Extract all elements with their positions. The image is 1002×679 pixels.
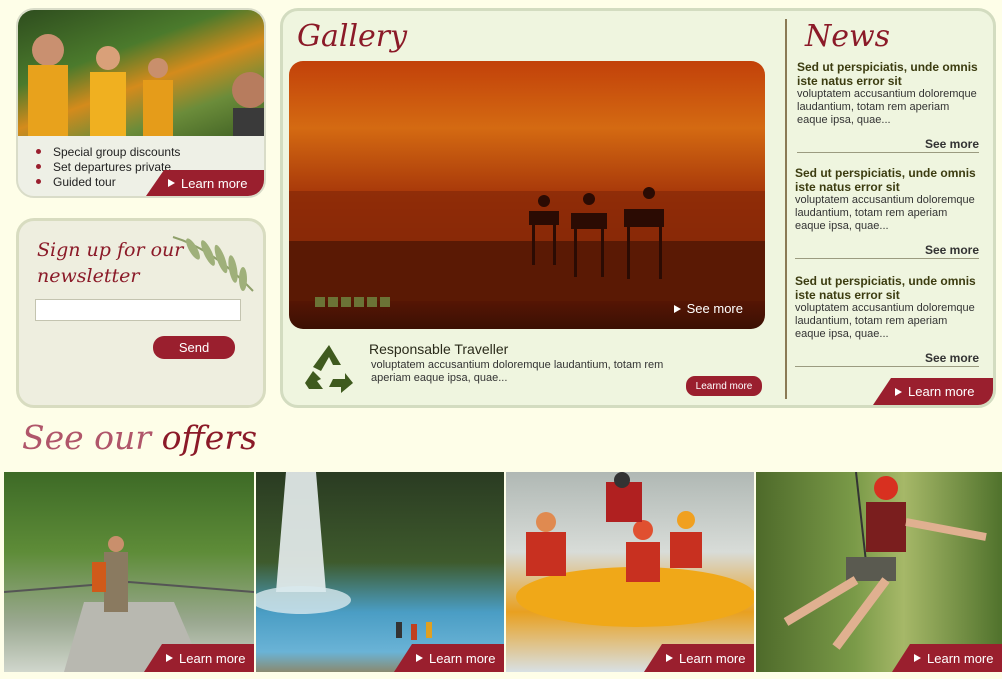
news-separator — [797, 152, 979, 153]
gallery-slideshow[interactable]: See more — [289, 61, 765, 329]
promo-learn-more-button[interactable]: Learn more — [146, 170, 264, 196]
gallery-news-panel: Gallery See more Responsable Traveller v… — [280, 8, 996, 408]
news-item-title: Sed ut perspiciatis, unde omnis iste nat… — [795, 274, 976, 302]
play-icon — [168, 179, 175, 187]
news-separator — [795, 366, 979, 367]
play-icon — [416, 654, 423, 662]
news-separator — [795, 258, 979, 259]
offers-heading: See our offers — [22, 418, 257, 457]
play-icon — [673, 304, 681, 313]
news-item: Sed ut perspiciatis, unde omnis iste nat… — [795, 274, 979, 367]
offer-learn-more-button[interactable]: Learn more — [144, 644, 254, 672]
gallery-dot[interactable] — [380, 297, 390, 307]
news-divider — [785, 19, 787, 399]
offer-learn-more-button[interactable]: Learn more — [892, 644, 1002, 672]
news-see-more-link[interactable]: See more — [795, 351, 979, 365]
play-icon — [666, 654, 673, 662]
newsletter-title-line1: Sign up for our — [37, 239, 184, 261]
gallery-photo — [289, 187, 765, 301]
promo-bullet: Special group discounts — [36, 144, 180, 159]
promo-photo — [18, 10, 264, 136]
news-title: News — [805, 19, 891, 54]
traveller-learn-more-button[interactable]: Learnd more — [686, 376, 762, 396]
news-item-body: voluptatem accusantium doloremque laudan… — [795, 194, 975, 232]
traveller-title: Responsable Traveller — [369, 341, 509, 357]
promo-bullet: Set departures private — [36, 159, 180, 174]
offer-card[interactable]: Learn more — [256, 472, 504, 672]
newsletter-panel: Sign up for our newsletter Send — [16, 218, 266, 408]
news-item-title: Sed ut perspiciatis, unde omnis iste nat… — [797, 60, 978, 88]
offer-card[interactable]: Learn more — [756, 472, 1002, 672]
newsletter-send-button[interactable]: Send — [153, 336, 235, 359]
gallery-dot[interactable] — [328, 297, 338, 307]
news-item: Sed ut perspiciatis, unde omnis iste nat… — [795, 166, 979, 259]
news-learn-more-button[interactable]: Learn more — [873, 378, 993, 405]
news-item-body: voluptatem accusantium doloremque laudan… — [797, 88, 977, 126]
offer-card[interactable]: Learn more — [506, 472, 754, 672]
gallery-dot[interactable] — [315, 297, 325, 307]
offer-photo — [256, 472, 432, 640]
gallery-title: Gallery — [297, 19, 408, 54]
news-see-more-link[interactable]: See more — [797, 137, 979, 151]
offer-learn-more-button[interactable]: Learn more — [644, 644, 754, 672]
gallery-see-more-button[interactable]: See more — [673, 301, 743, 316]
gallery-dot[interactable] — [341, 297, 351, 307]
newsletter-title-line2: newsletter — [37, 265, 140, 287]
offer-photo — [783, 472, 987, 650]
recycle-icon — [305, 345, 353, 393]
offer-photo — [4, 536, 254, 672]
news-item: Sed ut perspiciatis, unde omnis iste nat… — [797, 60, 979, 153]
offer-photo — [516, 472, 754, 627]
traveller-body: voluptatem accusantium doloremque laudan… — [371, 359, 664, 384]
promo-panel: Special group discounts Set departures p… — [16, 8, 266, 198]
offer-learn-more-button[interactable]: Learn more — [394, 644, 504, 672]
play-icon — [166, 654, 173, 662]
news-item-title: Sed ut perspiciatis, unde omnis iste nat… — [795, 166, 976, 194]
gallery-dot[interactable] — [367, 297, 377, 307]
offer-card[interactable]: Learn more — [4, 472, 254, 672]
gallery-dot[interactable] — [354, 297, 364, 307]
newsletter-email-input[interactable] — [35, 299, 241, 321]
offers-heading-part1: See our — [22, 418, 152, 457]
news-see-more-link[interactable]: See more — [795, 243, 979, 257]
play-icon — [914, 654, 921, 662]
gallery-dots — [315, 297, 390, 307]
news-item-body: voluptatem accusantium doloremque laudan… — [795, 302, 975, 340]
offers-heading-part2: offers — [161, 418, 258, 457]
play-icon — [895, 387, 902, 396]
